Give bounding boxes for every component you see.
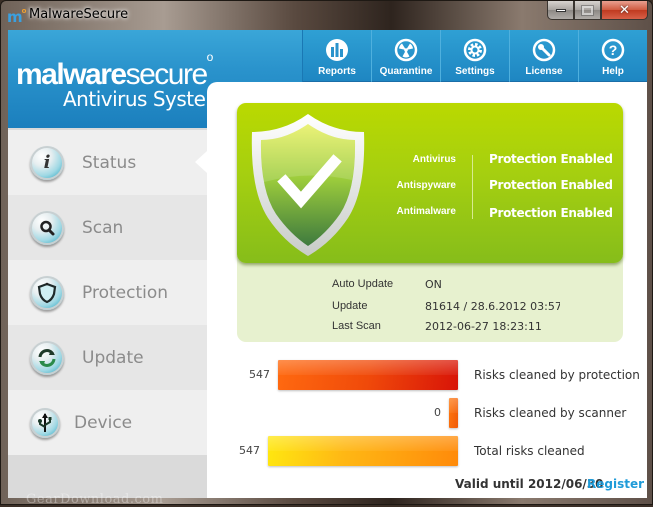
sidebar-item-status[interactable]: i Status: [8, 130, 207, 195]
stat-bar: [449, 398, 458, 428]
stat-value: 547: [249, 368, 270, 381]
key-icon: [532, 38, 556, 62]
sidebar-item-label: Protection: [82, 282, 169, 303]
maximize-icon: [581, 4, 594, 16]
sidebar-item-label: Status: [82, 152, 137, 173]
usb-icon: [30, 407, 60, 438]
stat-label: Risks cleaned by scanner: [474, 406, 627, 420]
update-value: 81614 / 28.6.2012 03:57:13: [425, 300, 560, 313]
bar-chart-icon: [326, 39, 348, 61]
close-icon: ✕: [619, 2, 630, 18]
question-icon: ?: [601, 38, 625, 62]
stat-row-total: 547 Total risks cleaned: [237, 436, 647, 466]
title-bar[interactable]: mo MalwareSecure ✕: [1, 1, 653, 29]
sidebar-item-label: Update: [82, 347, 144, 368]
sidebar-item-update[interactable]: Update: [8, 325, 207, 390]
license-valid-until: Valid until 2012/06/30: [455, 477, 604, 491]
minimize-icon: [555, 8, 566, 12]
window-title: MalwareSecure: [29, 7, 129, 22]
close-button[interactable]: ✕: [601, 1, 648, 20]
radiation-icon: [394, 38, 418, 62]
shield-check-icon: [251, 114, 365, 256]
app-window: mo MalwareSecure ✕ malwaresecureo Antivi…: [0, 0, 653, 507]
maximize-button[interactable]: [574, 1, 601, 20]
nav-reports-label: Reports: [318, 66, 356, 77]
sidebar-item-scan[interactable]: Scan: [8, 195, 207, 260]
protection-status-card: Antivirus Protection Enabled Antispyware…: [237, 103, 623, 263]
window-controls: ✕: [547, 1, 648, 20]
sidebar: i Status Scan Protection Update Device: [8, 128, 207, 498]
last-scan-value: 2012-06-27 18:23:11: [425, 320, 542, 333]
shield-icon: [30, 275, 64, 310]
update-label: Update: [332, 300, 368, 312]
auto-update-value: ON: [425, 278, 442, 291]
stat-row-scanner: 0 Risks cleaned by scanner: [237, 398, 647, 428]
nav-quarantine-label: Quarantine: [379, 66, 433, 77]
sidebar-item-protection[interactable]: Protection: [8, 260, 207, 325]
antispyware-label: Antispyware: [396, 180, 456, 191]
last-scan-label: Last Scan: [332, 320, 381, 332]
nav-license-label: License: [525, 66, 563, 77]
brand-logo: malwaresecureo Antivirus System: [16, 50, 225, 111]
stat-bar: [278, 360, 458, 390]
stat-value: 0: [434, 406, 441, 419]
stat-value: 547: [239, 444, 260, 457]
sidebar-item-label: Scan: [82, 217, 124, 238]
selected-indicator: [195, 151, 207, 173]
auto-update-label: Auto Update: [332, 278, 394, 290]
stat-bar: [268, 436, 458, 466]
nav-settings-label: Settings: [455, 66, 495, 77]
magnifier-icon: [30, 210, 64, 245]
protection-divider: [472, 155, 473, 219]
antimalware-label: Antimalware: [396, 206, 456, 217]
refresh-icon: [30, 340, 64, 375]
app-logo-icon: mo: [7, 7, 27, 26]
nav-quarantine[interactable]: Quarantine: [371, 30, 440, 83]
info-icon: i: [30, 145, 64, 180]
sidebar-item-device[interactable]: Device: [8, 390, 207, 455]
nav-reports[interactable]: Reports: [302, 30, 371, 83]
sidebar-item-label: Device: [74, 412, 133, 433]
stat-label: Total risks cleaned: [474, 444, 585, 458]
svg-text:?: ?: [609, 42, 618, 58]
antivirus-label: Antivirus: [412, 154, 456, 165]
gear-icon: [463, 38, 487, 62]
update-info-panel: Auto Update ON Update 81614 / 28.6.2012 …: [237, 256, 623, 342]
nav-settings[interactable]: Settings: [440, 30, 509, 83]
minimize-button[interactable]: [547, 1, 574, 20]
top-navigation: Reports Quarantine Settings License ? He…: [302, 30, 647, 83]
antimalware-status: Protection Enabled: [489, 206, 613, 220]
nav-license[interactable]: License: [509, 30, 578, 83]
antispyware-status: Protection Enabled: [489, 178, 613, 192]
stat-row-protection: 547 Risks cleaned by protection: [237, 360, 647, 390]
stat-label: Risks cleaned by protection: [474, 368, 640, 382]
nav-help-label: Help: [602, 66, 624, 77]
register-link[interactable]: Register: [587, 477, 644, 491]
client-area: malwaresecureo Antivirus System Reports …: [8, 30, 647, 498]
logo-subtitle: Antivirus System: [63, 87, 225, 111]
antivirus-status: Protection Enabled: [489, 152, 613, 166]
nav-help[interactable]: ? Help: [578, 30, 647, 83]
